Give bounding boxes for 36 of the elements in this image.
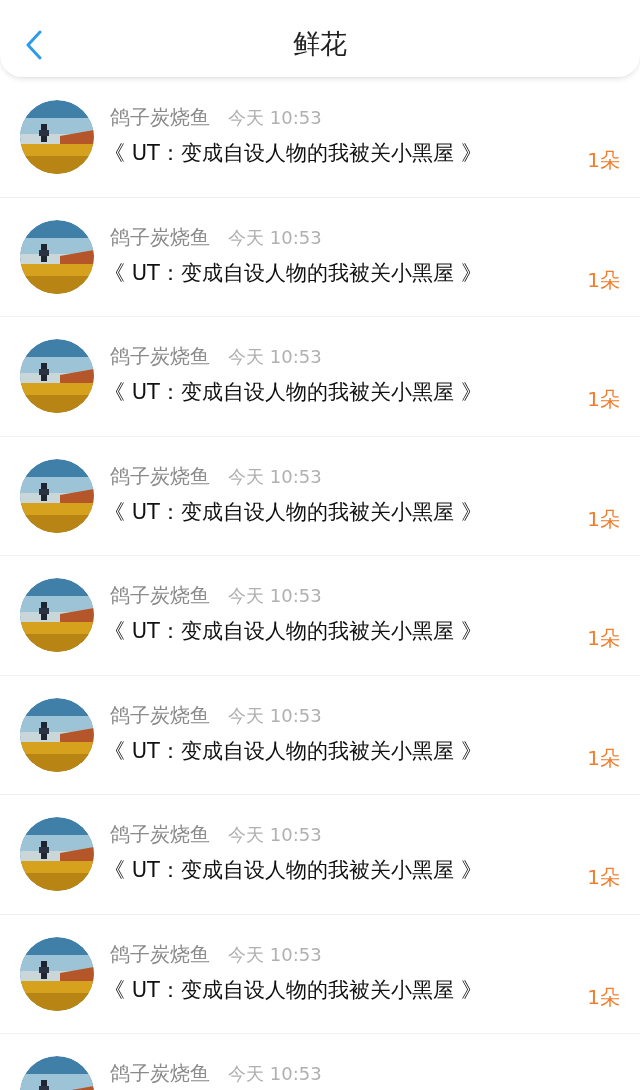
flower-count: 1朵: [587, 147, 620, 174]
timestamp: 今天 10:53: [228, 703, 322, 728]
timestamp: 今天 10:53: [228, 942, 322, 967]
flower-count: 1朵: [587, 505, 620, 533]
timestamp: 今天 10:53: [228, 823, 322, 847]
back-icon[interactable]: [24, 30, 44, 60]
user-name: 鸽子炭烧鱼: [110, 104, 210, 131]
user-name: 鸽子炭烧鱼: [110, 462, 210, 490]
timestamp: 今天 10:53: [228, 584, 322, 608]
flower-count: 1朵: [587, 266, 620, 294]
user-name: 鸽子炭烧鱼: [110, 1060, 210, 1087]
flower-count: 1朵: [587, 386, 620, 413]
timestamp: 今天 10:53: [228, 464, 322, 489]
flower-count: 1朵: [587, 744, 620, 772]
user-name: 鸽子炭烧鱼: [110, 582, 210, 609]
timestamp: 今天 10:53: [228, 106, 322, 130]
user-name: 鸽子炭烧鱼: [110, 701, 210, 729]
book-title: 《 UT：变成自设人物的我被关小黑屋 》: [104, 737, 483, 765]
book-title: 《 UT：变成自设人物的我被关小黑屋 》: [104, 976, 483, 1004]
user-name: 鸽子炭烧鱼: [110, 821, 210, 848]
book-title: 《 UT：变成自设人物的我被关小黑屋 》: [104, 618, 483, 645]
timestamp: 今天 10:53: [228, 1062, 322, 1086]
book-title: 《 UT：变成自设人物的我被关小黑屋 》: [104, 857, 483, 884]
timestamp: 今天 10:53: [228, 225, 322, 250]
flower-count: 1朵: [587, 864, 620, 891]
book-title: 《 UT：变成自设人物的我被关小黑屋 》: [104, 498, 483, 526]
user-name: 鸽子炭烧鱼: [110, 343, 210, 370]
user-name: 鸽子炭烧鱼: [110, 223, 210, 251]
page-title: 鲜花: [293, 27, 347, 62]
flower-count: 1朵: [587, 625, 620, 652]
timestamp: 今天 10:53: [228, 345, 322, 369]
book-title: 《 UT：变成自设人物的我被关小黑屋 》: [104, 140, 483, 167]
book-title: 《 UT：变成自设人物的我被关小黑屋 》: [104, 259, 483, 287]
flower-count: 1朵: [587, 983, 620, 1011]
book-title: 《 UT：变成自设人物的我被关小黑屋 》: [104, 379, 483, 406]
user-name: 鸽子炭烧鱼: [110, 940, 210, 968]
